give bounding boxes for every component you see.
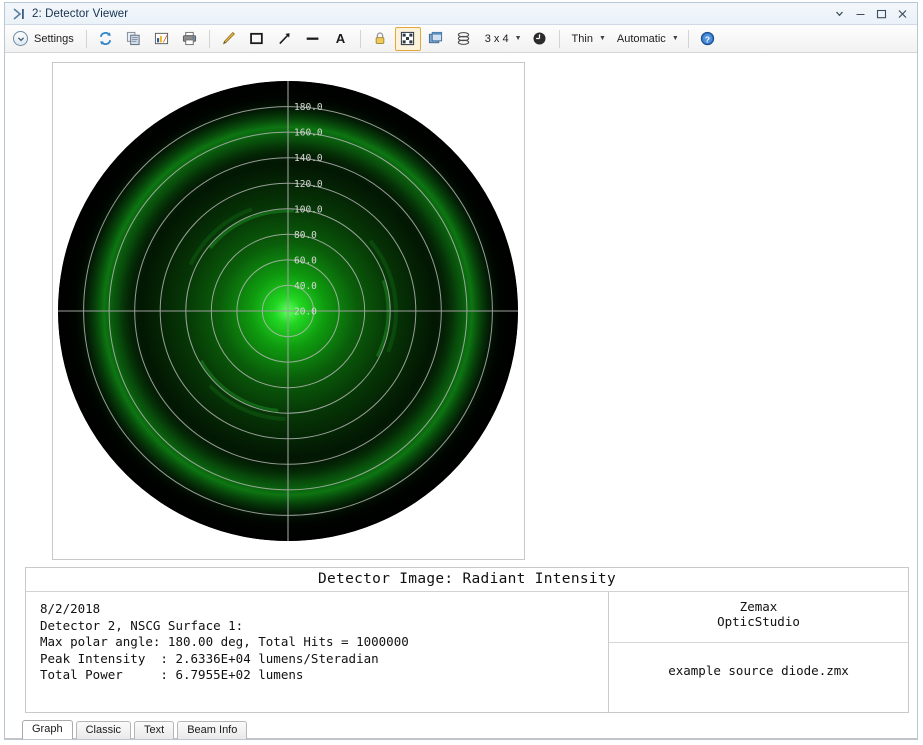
- rectangle-icon[interactable]: [244, 27, 270, 51]
- tab-bar: Graph Classic Text Beam Info: [5, 719, 917, 739]
- refresh-icon[interactable]: [93, 27, 119, 51]
- plot-frame: 20.0 40.0 60.0 80.0 100.0 120.0 140.0 16…: [52, 62, 525, 560]
- info-panel-title: Detector Image: Radiant Intensity: [26, 568, 908, 592]
- detector-viewer-window: 2: Detector Viewer Settings A 3 x 4 ▼ Th…: [4, 2, 918, 740]
- tab-text[interactable]: Text: [134, 721, 175, 739]
- line-icon[interactable]: [300, 27, 326, 51]
- tab-graph[interactable]: Graph: [22, 720, 73, 739]
- svg-text:?: ?: [705, 34, 710, 44]
- close-button[interactable]: [892, 4, 913, 23]
- info-panel-body: 8/2/2018 Detector 2, NSCG Surface 1: Max…: [26, 592, 908, 712]
- pencil-icon[interactable]: [216, 27, 242, 51]
- toolbar-separator-2: [208, 29, 210, 48]
- fit-window-icon[interactable]: [394, 26, 421, 51]
- help-icon[interactable]: ?: [695, 27, 721, 51]
- analysis-line: Max polar angle: 180.00 deg, Total Hits …: [40, 634, 409, 650]
- radial-tick-label: 140.0: [294, 153, 323, 164]
- color-mode-dropdown[interactable]: Automatic ▼: [611, 27, 682, 51]
- copy-icon[interactable]: [121, 27, 147, 51]
- clone-window-icon[interactable]: [423, 27, 449, 51]
- save-image-icon[interactable]: [149, 27, 175, 51]
- radial-tick-label: 80.0: [294, 230, 317, 241]
- print-icon[interactable]: [177, 27, 203, 51]
- window-title: 2: Detector Viewer: [32, 7, 129, 20]
- radial-tick-label: 60.0: [294, 255, 317, 266]
- radial-tick-label: 20.0: [294, 307, 317, 318]
- arrow-icon[interactable]: [272, 27, 298, 51]
- chevron-down-icon: ▼: [598, 35, 606, 42]
- lock-icon[interactable]: [367, 27, 393, 51]
- line-thickness-dropdown[interactable]: Thin ▼: [566, 27, 609, 51]
- chevron-down-icon: ▼: [671, 35, 679, 42]
- maximize-button[interactable]: [871, 4, 892, 23]
- toolbar-separator-3: [359, 29, 361, 48]
- tab-leading-slash: [11, 722, 22, 739]
- brand-line-2: OpticStudio: [717, 614, 800, 629]
- polar-plot[interactable]: 20.0 40.0 60.0 80.0 100.0 120.0 140.0 16…: [53, 63, 524, 559]
- tab-classic[interactable]: Classic: [75, 721, 132, 739]
- layers-icon[interactable]: [451, 27, 477, 51]
- brand-line-1: Zemax: [739, 599, 778, 614]
- settings-button[interactable]: Settings: [10, 27, 80, 51]
- svg-text:A: A: [336, 31, 346, 46]
- viewer-content: 20.0 40.0 60.0 80.0 100.0 120.0 140.0 16…: [5, 53, 917, 719]
- branding-panel: Zemax OpticStudio example source diode.z…: [609, 592, 908, 712]
- title-bar: 2: Detector Viewer: [5, 3, 917, 25]
- grid-size-label: 3 x 4: [484, 32, 509, 45]
- radial-tick-label: 100.0: [294, 204, 323, 215]
- analysis-line: 8/2/2018: [40, 601, 101, 616]
- toolbar-separator-1: [85, 29, 87, 48]
- radial-tick-label: 160.0: [294, 128, 323, 139]
- analysis-line: Total Power : 6.7955E+02 lumens: [40, 667, 304, 683]
- window-menu-button[interactable]: [829, 4, 850, 23]
- detector-window-icon: [11, 7, 29, 21]
- chevron-down-icon: [13, 31, 28, 46]
- tab-beam-info[interactable]: Beam Info: [177, 721, 248, 739]
- product-name: Zemax OpticStudio: [609, 592, 908, 643]
- window-controls: [829, 3, 913, 24]
- clock-icon[interactable]: [527, 27, 553, 51]
- line-thickness-label: Thin: [571, 32, 593, 45]
- analysis-summary: 8/2/2018 Detector 2, NSCG Surface 1: Max…: [26, 592, 609, 712]
- radial-tick-label: 120.0: [294, 179, 323, 190]
- analysis-line: Peak Intensity : 2.6336E+04 lumens/Stera…: [40, 650, 379, 666]
- analysis-line: Detector 2, NSCG Surface 1:: [40, 617, 244, 633]
- info-panel: Detector Image: Radiant Intensity 8/2/20…: [25, 567, 909, 713]
- settings-label: Settings: [34, 32, 74, 45]
- file-name-area: example source diode.zmx: [609, 643, 908, 712]
- file-name: example source diode.zmx: [668, 663, 849, 678]
- radial-tick-label: 180.0: [294, 102, 323, 113]
- grid-size-dropdown[interactable]: 3 x 4 ▼: [479, 27, 525, 51]
- toolbar: Settings A 3 x 4 ▼ Thin ▼ Automatic ▼ ?: [5, 25, 917, 53]
- polar-plot-svg: 20.0 40.0 60.0 80.0 100.0 120.0 140.0 16…: [58, 81, 518, 541]
- toolbar-separator-4: [558, 29, 560, 48]
- minimize-button[interactable]: [850, 4, 871, 23]
- radial-tick-label: 40.0: [294, 281, 317, 292]
- text-annotation-icon[interactable]: A: [328, 27, 354, 51]
- color-mode-label: Automatic: [616, 32, 666, 45]
- chevron-down-icon: ▼: [514, 35, 522, 42]
- toolbar-separator-5: [687, 29, 689, 48]
